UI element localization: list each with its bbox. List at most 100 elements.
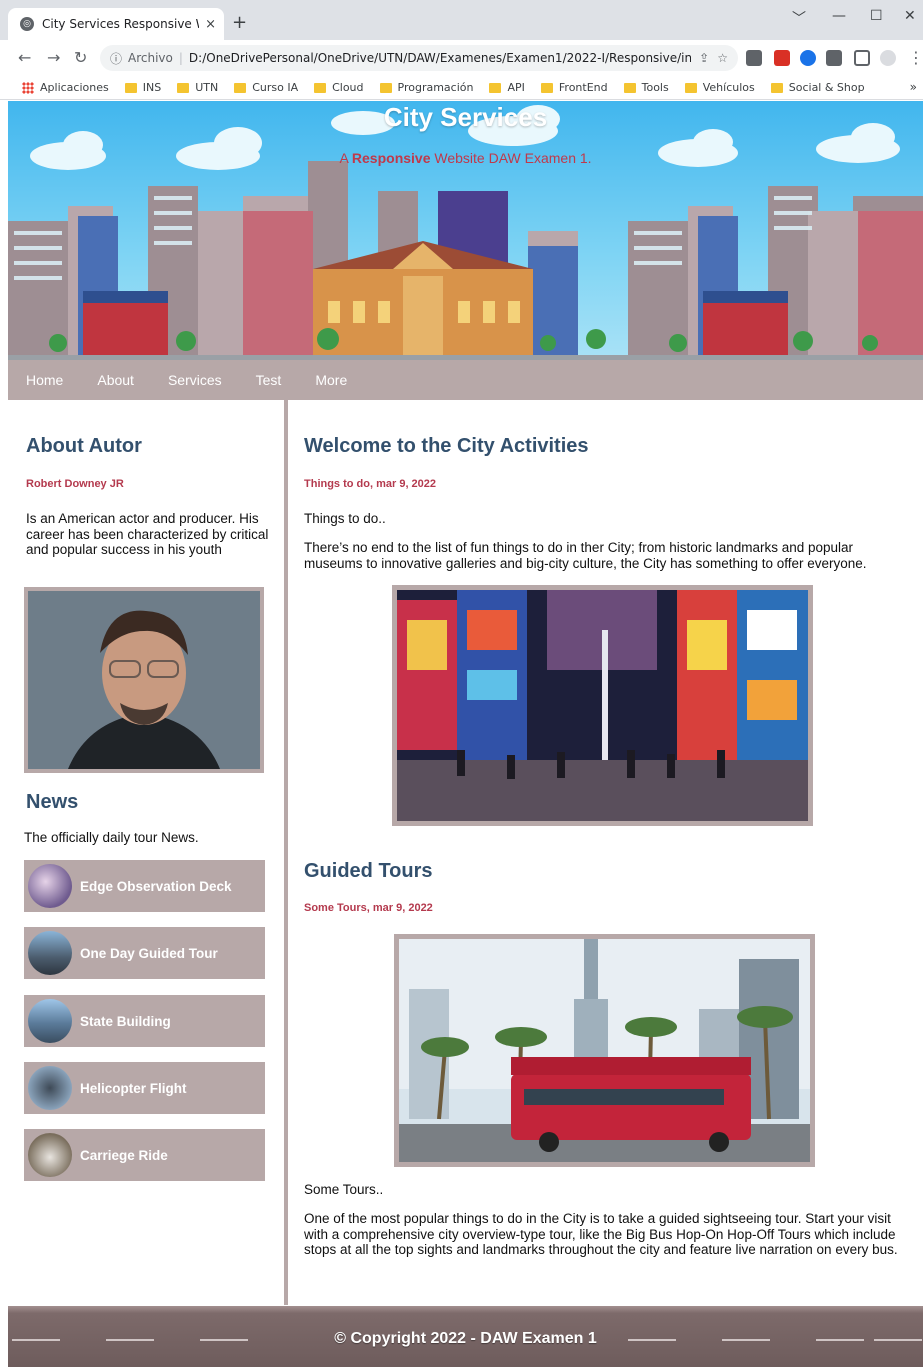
site-subtitle: A Responsive Website DAW Examen 1. xyxy=(8,150,923,166)
column-divider xyxy=(284,400,288,1305)
browser-tab-bar: ◎ City Services Responsive Website × + ﹀… xyxy=(0,0,923,40)
times-square-photo xyxy=(392,585,813,826)
folder-icon xyxy=(489,82,502,93)
share-icon[interactable]: ⇪ xyxy=(699,51,709,65)
news-item-edge-observation-deck[interactable]: Edge Observation Deck xyxy=(24,860,265,912)
author-portrait-image xyxy=(28,591,260,769)
author-bio: Is an American actor and producer. His c… xyxy=(26,511,269,557)
news-item-label: Helicopter Flight xyxy=(80,1080,187,1096)
reload-icon[interactable]: ↻ xyxy=(74,48,87,67)
puzzle-icon[interactable] xyxy=(826,50,842,66)
city-skyline-illustration xyxy=(8,105,923,360)
section-byline: Things to do, mar 9, 2022 xyxy=(304,478,437,490)
news-item-label: One Day Guided Tour xyxy=(80,945,218,961)
folder-icon xyxy=(177,82,190,93)
bookmark-folder[interactable]: API xyxy=(489,81,525,94)
news-item-label: Carriege Ride xyxy=(80,1147,168,1163)
author-photo xyxy=(24,587,264,773)
bookmark-folder[interactable]: Social & Shop xyxy=(770,81,865,94)
info-icon[interactable]: ⓘ xyxy=(110,50,122,67)
section-body: There’s no end to the list of fun things… xyxy=(304,540,867,571)
section-heading-guided-tours: Guided Tours xyxy=(304,860,433,882)
tour-bus-photo xyxy=(394,934,815,1167)
folder-icon xyxy=(623,82,636,93)
tab-search-icon[interactable]: ﹀ xyxy=(792,8,806,28)
folder-icon xyxy=(124,82,137,93)
nav-more[interactable]: More xyxy=(315,372,347,388)
tour-bus-image xyxy=(399,939,810,1162)
folder-icon xyxy=(540,82,553,93)
bookmark-folder[interactable]: Vehículos xyxy=(684,81,755,94)
bookmarks-overflow-icon[interactable]: » xyxy=(910,80,917,94)
author-name: Robert Downey JR xyxy=(26,478,124,490)
news-thumbnail xyxy=(28,1133,72,1177)
news-thumbnail xyxy=(28,864,72,908)
bookmark-folder[interactable]: UTN xyxy=(177,81,218,94)
main-nav: Home About Services Test More xyxy=(8,360,923,400)
forward-arrow-icon[interactable]: → xyxy=(47,48,60,67)
hero-banner: City Services A Responsive Website DAW E… xyxy=(8,101,923,360)
minimize-button[interactable]: — xyxy=(832,8,846,24)
globe-icon: ◎ xyxy=(20,17,34,31)
address-input[interactable]: ⓘ Archivo | D:/OneDrivePersonal/OneDrive… xyxy=(100,45,738,71)
address-separator: | xyxy=(178,51,183,65)
folder-icon xyxy=(684,82,697,93)
folder-icon xyxy=(314,82,327,93)
news-thumbnail xyxy=(28,1066,72,1110)
section-body: One of the most popular things to do in … xyxy=(304,1211,898,1257)
subtitle-suffix: Website DAW Examen 1. xyxy=(430,150,592,166)
nav-test[interactable]: Test xyxy=(256,372,282,388)
section-lead: Things to do.. xyxy=(304,511,386,526)
bookmark-folder[interactable]: INS xyxy=(124,81,161,94)
folder-icon xyxy=(234,82,247,93)
scheme-label: Archivo xyxy=(128,51,173,65)
nav-about[interactable]: About xyxy=(97,372,134,388)
star-icon[interactable]: ☆ xyxy=(717,51,728,65)
section-heading-city-activities: Welcome to the City Activities xyxy=(304,435,589,457)
bookmark-folder[interactable]: Programación xyxy=(379,81,473,94)
close-window-button[interactable]: ✕ xyxy=(904,8,916,24)
new-tab-button[interactable]: + xyxy=(232,12,247,33)
news-thumbnail xyxy=(28,999,72,1043)
news-item-label: Edge Observation Deck xyxy=(80,878,232,894)
news-item-helicopter-flight[interactable]: Helicopter Flight xyxy=(24,1062,265,1114)
section-lead: Some Tours.. xyxy=(304,1182,384,1197)
tab-close-icon[interactable]: × xyxy=(205,17,216,32)
bookmark-apps[interactable]: Aplicaciones xyxy=(22,81,109,94)
extension-icon[interactable] xyxy=(746,50,762,66)
maximize-button[interactable]: ☐ xyxy=(870,8,883,24)
section-byline: Some Tours, mar 9, 2022 xyxy=(304,902,433,914)
apps-grid-icon xyxy=(22,81,34,94)
news-item-carriege-ride[interactable]: Carriege Ride xyxy=(24,1129,265,1181)
site-title: City Services xyxy=(383,102,548,132)
side-panel-icon[interactable] xyxy=(854,50,870,66)
news-item-one-day-guided-tour[interactable]: One Day Guided Tour xyxy=(24,927,265,979)
bookmark-folder[interactable]: FrontEnd xyxy=(540,81,608,94)
folder-icon xyxy=(770,82,783,93)
menu-icon[interactable]: ⋮ xyxy=(908,48,923,67)
bookmark-folder[interactable]: Tools xyxy=(623,81,669,94)
profile-icon[interactable] xyxy=(880,50,896,66)
bookmark-folder[interactable]: Curso IA xyxy=(234,81,298,94)
subtitle-emphasis: Responsive xyxy=(351,150,431,166)
times-square-image xyxy=(397,590,808,821)
extension-icon[interactable] xyxy=(774,50,790,66)
subtitle-prefix: A xyxy=(339,150,352,166)
about-heading: About Autor xyxy=(26,435,142,457)
news-thumbnail xyxy=(28,931,72,975)
address-url: D:/OneDrivePersonal/OneDrive/UTN/DAW/Exa… xyxy=(188,51,692,65)
news-item-label: State Building xyxy=(80,1013,171,1029)
nav-home[interactable]: Home xyxy=(26,372,63,388)
page-footer: © Copyright 2022 - DAW Examen 1 xyxy=(8,1306,923,1367)
back-arrow-icon[interactable]: ← xyxy=(18,48,31,67)
folder-icon xyxy=(379,82,392,93)
news-heading: News xyxy=(26,791,79,813)
news-intro: The officially daily tour News. xyxy=(24,830,199,845)
nav-services[interactable]: Services xyxy=(168,372,222,388)
bookmarks-bar: Aplicaciones INS UTN Curso IA Cloud Prog… xyxy=(0,76,923,100)
tab-title: City Services Responsive Website xyxy=(42,17,199,31)
news-item-state-building[interactable]: State Building xyxy=(24,995,265,1047)
browser-tab[interactable]: ◎ City Services Responsive Website × xyxy=(8,8,224,40)
extension-icon[interactable] xyxy=(800,50,816,66)
bookmark-folder[interactable]: Cloud xyxy=(314,81,364,94)
